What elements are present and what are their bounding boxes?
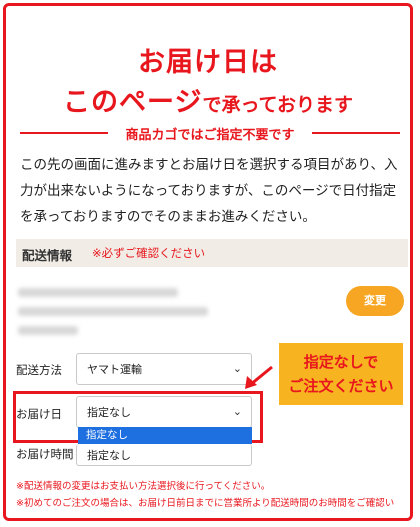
change-button[interactable]: 変更 bbox=[346, 286, 404, 316]
delivery-time-select[interactable]: 指定なし bbox=[76, 444, 252, 466]
callout-line1: 指定なしで bbox=[303, 353, 379, 371]
section-divider: 商品カゴではご指定不要です bbox=[20, 123, 400, 143]
promo-frame: お届け日は このページで承っております 商品カゴではご指定不要です この先の画面… bbox=[3, 3, 413, 521]
blurred-address-line bbox=[18, 288, 178, 297]
delivery-method-value: ヤマト運輸 bbox=[87, 363, 142, 376]
headline-line2: このページで承っております bbox=[6, 80, 410, 119]
shipping-info-header: 配送情報 ※必ずご確認ください bbox=[16, 239, 408, 267]
first-order-note: ※初めてのご注文の場合は、お届け日前日までに営業所より配送時間のお時間をご確認い bbox=[16, 498, 395, 509]
headline-suffix: で承っております bbox=[202, 94, 353, 116]
delivery-method-label: 配送方法 bbox=[16, 363, 62, 377]
divider-line-right bbox=[312, 132, 400, 134]
shipping-info-title: 配送情報 bbox=[22, 248, 73, 263]
delivery-time-value: 指定なし bbox=[87, 448, 131, 462]
delivery-time-label: お届け時間 bbox=[16, 447, 74, 461]
description-text: この先の画面に進みますとお届け日を選択する項目があり、入力が出来ないようになって… bbox=[20, 157, 398, 225]
callout-box: 指定なしで ご注文ください bbox=[279, 343, 403, 405]
headline-emphasis: このページ bbox=[63, 87, 203, 118]
blurred-address-line bbox=[18, 326, 78, 335]
chevron-down-icon: ⌄ bbox=[232, 361, 242, 375]
pointer-arrow-icon bbox=[245, 365, 273, 389]
blurred-address-line bbox=[18, 307, 208, 316]
callout-line2: ご注文ください bbox=[288, 377, 394, 395]
headline-line1: お届け日は bbox=[138, 47, 278, 78]
shipping-info-note: ※必ずご確認ください bbox=[92, 246, 206, 260]
delivery-method-select[interactable]: ヤマト運輸 ⌄ bbox=[76, 353, 252, 385]
date-dropdown-option[interactable]: 指定なし bbox=[78, 427, 252, 444]
change-note: ※配送情報の変更はお支払い方法選択後に行ってください。 bbox=[16, 481, 271, 492]
